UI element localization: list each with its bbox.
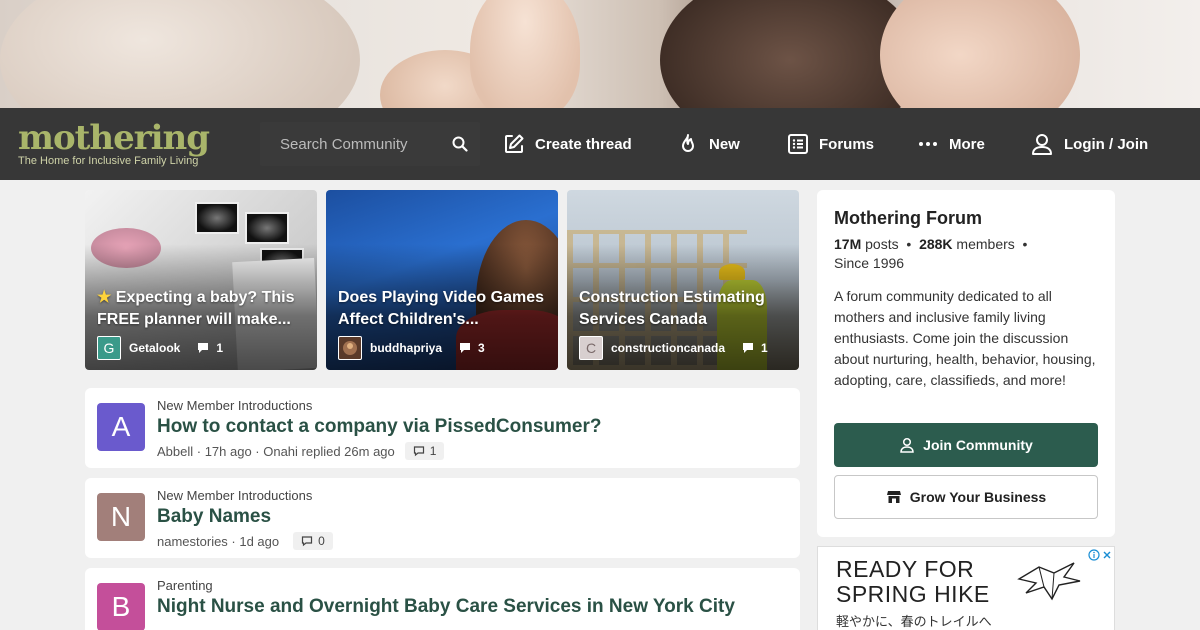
thread-meta: namestories · 1d ago 0 bbox=[157, 532, 333, 550]
featured-card[interactable]: ★ Expecting a baby? This FREE planner wi… bbox=[85, 190, 317, 370]
more-dots-icon bbox=[919, 142, 937, 146]
thread-meta-text: namestories · 1d ago bbox=[157, 533, 280, 549]
store-icon bbox=[886, 491, 901, 503]
forum-title: Mothering Forum bbox=[834, 208, 982, 228]
featured-card[interactable]: Construction Estimating Services Canada … bbox=[567, 190, 799, 370]
reply-icon bbox=[413, 446, 424, 457]
site-logo[interactable]: mothering The Home for Inclusive Family … bbox=[18, 120, 218, 167]
featured-card-meta: buddhapriya 3 bbox=[338, 336, 485, 360]
thread-title[interactable]: Night Nurse and Overnight Baby Care Serv… bbox=[157, 595, 757, 619]
ad-subline: 軽やかに、春のトレイルへ bbox=[836, 614, 992, 629]
more-label: More bbox=[949, 135, 985, 153]
reply-icon bbox=[302, 536, 313, 547]
star-icon: ★ bbox=[97, 289, 112, 306]
advertisement-banner[interactable]: READY FOR SPRING HIKE 軽やかに、春のトレイルへ bbox=[817, 546, 1115, 630]
comment-icon bbox=[743, 343, 754, 353]
more-menu-button[interactable]: More bbox=[917, 130, 985, 158]
featured-card-meta: C constructioncanada 1 bbox=[579, 336, 768, 360]
members-count: 288K bbox=[919, 236, 953, 252]
list-icon bbox=[788, 134, 808, 154]
flame-icon bbox=[682, 134, 694, 152]
grow-business-button[interactable]: Grow Your Business bbox=[834, 475, 1098, 519]
comment-count: 1 bbox=[216, 341, 224, 355]
thread-row[interactable]: A New Member Introductions How to contac… bbox=[85, 388, 800, 468]
featured-card[interactable]: Does Playing Video Games Affect Children… bbox=[326, 190, 558, 370]
thread-category[interactable]: New Member Introductions bbox=[157, 398, 312, 413]
featured-card-author[interactable]: Getalook bbox=[129, 341, 180, 355]
create-thread-button[interactable]: Create thread bbox=[503, 130, 632, 158]
avatar-image-icon bbox=[343, 341, 357, 355]
join-community-button[interactable]: Join Community bbox=[834, 423, 1098, 467]
top-navigation-bar: mothering The Home for Inclusive Family … bbox=[0, 108, 1200, 180]
reply-count-badge: 1 bbox=[404, 442, 445, 460]
thread-row[interactable]: N New Member Introductions Baby Names na… bbox=[85, 478, 800, 558]
user-icon bbox=[900, 437, 914, 453]
since-date: Since 1996 bbox=[834, 255, 905, 271]
create-thread-label: Create thread bbox=[535, 135, 632, 153]
featured-card-meta: G Getalook 1 bbox=[97, 336, 223, 360]
thread-row[interactable]: B Parenting Night Nurse and Overnight Ba… bbox=[85, 568, 800, 630]
logo-wordmark: mothering bbox=[18, 118, 210, 158]
grow-business-label: Grow Your Business bbox=[909, 489, 1047, 505]
thread-category[interactable]: Parenting bbox=[157, 578, 213, 593]
thread-title[interactable]: Baby Names bbox=[157, 505, 271, 529]
comment-icon bbox=[198, 343, 209, 353]
search-box bbox=[260, 122, 480, 166]
forums-label: Forums bbox=[819, 135, 875, 153]
featured-card-author[interactable]: buddhapriya bbox=[370, 341, 442, 355]
avatar[interactable]: A bbox=[97, 403, 145, 451]
info-icon bbox=[1088, 549, 1100, 561]
comment-count: 1 bbox=[761, 341, 768, 355]
ad-headline: READY FOR SPRING HIKE bbox=[836, 556, 990, 607]
comment-count: 3 bbox=[478, 341, 485, 355]
brand-logo-icon bbox=[1017, 562, 1081, 601]
featured-card-title[interactable]: Construction Estimating Services Canada bbox=[579, 287, 791, 331]
featured-card-title[interactable]: Does Playing Video Games Affect Children… bbox=[338, 287, 550, 331]
thread-title[interactable]: How to contact a company via PissedConsu… bbox=[157, 415, 602, 439]
featured-card-author[interactable]: constructioncanada bbox=[611, 341, 725, 355]
new-posts-button[interactable]: New bbox=[677, 130, 740, 158]
thread-category[interactable]: New Member Introductions bbox=[157, 488, 312, 503]
user-icon bbox=[1032, 134, 1052, 155]
thread-meta-text: Abbell · 17h ago · Onahi replied 26m ago bbox=[157, 443, 395, 459]
posts-count: 17M bbox=[834, 236, 862, 252]
avatar[interactable]: C bbox=[579, 336, 603, 360]
close-icon bbox=[1103, 551, 1111, 559]
login-label: Login / Join bbox=[1064, 135, 1149, 153]
hero-banner-image bbox=[0, 0, 1200, 108]
forum-stats: 17M posts • 288K members • Since 1996 bbox=[834, 236, 1028, 271]
join-community-label: Join Community bbox=[923, 437, 1033, 453]
search-icon[interactable] bbox=[452, 136, 468, 152]
members-label: members bbox=[956, 236, 1015, 252]
avatar[interactable] bbox=[338, 336, 362, 360]
edit-icon bbox=[505, 134, 524, 153]
avatar[interactable]: G bbox=[97, 336, 121, 360]
login-join-button[interactable]: Login / Join bbox=[1030, 130, 1148, 158]
posts-label: posts bbox=[865, 236, 899, 252]
thread-meta: Abbell · 17h ago · Onahi replied 26m ago… bbox=[157, 442, 445, 460]
comment-icon bbox=[460, 343, 471, 353]
avatar[interactable]: N bbox=[97, 493, 145, 541]
new-label: New bbox=[709, 135, 740, 153]
forums-button[interactable]: Forums bbox=[787, 130, 874, 158]
featured-card-title[interactable]: ★ Expecting a baby? This FREE planner wi… bbox=[97, 287, 309, 331]
search-input[interactable] bbox=[260, 122, 440, 166]
ad-choices-button[interactable] bbox=[1086, 547, 1114, 563]
logo-tagline: The Home for Inclusive Family Living bbox=[18, 155, 199, 167]
forum-description: A forum community dedicated to all mothe… bbox=[834, 288, 1096, 388]
forum-info-panel: Mothering Forum 17M posts • 288K members… bbox=[817, 190, 1115, 537]
reply-count-badge: 0 bbox=[293, 532, 333, 550]
avatar[interactable]: B bbox=[97, 583, 145, 630]
